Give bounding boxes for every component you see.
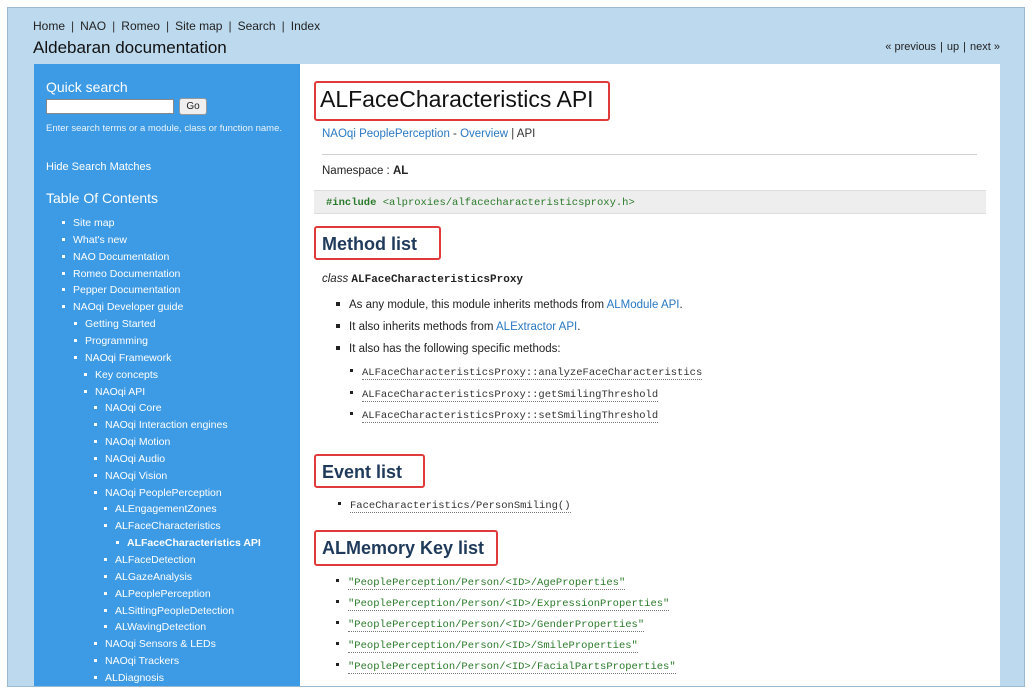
include-path: <alproxies/alfacecharacteristicsproxy.h> — [382, 197, 635, 209]
method-list-heading: Method list — [322, 234, 417, 254]
sidebar: Quick search Go Enter search terms or a … — [34, 64, 300, 686]
toc-item[interactable]: NAOqi Developer guide — [62, 300, 183, 314]
toc-item[interactable]: ALPeoplePerception — [104, 587, 211, 601]
toc-heading: Table Of Contents — [46, 190, 159, 206]
toc-item[interactable]: NAOqi Trackers — [94, 654, 179, 668]
nav-home-link[interactable]: Home — [33, 19, 65, 33]
toc-item[interactable]: Programming — [74, 334, 148, 348]
breadcrumb-overview-link[interactable]: Overview — [460, 128, 508, 140]
toc-item[interactable]: ALDiagnosis — [94, 671, 164, 685]
toc-item[interactable]: What's new — [62, 233, 127, 247]
almemory-key-list-heading: ALMemory Key list — [322, 538, 485, 558]
toc-item[interactable]: NAOqi Core — [94, 401, 162, 415]
method-item: ALFaceCharacteristicsProxy::getSmilingTh… — [350, 388, 659, 402]
toc-item[interactable]: ALSittingPeopleDetection — [104, 604, 234, 618]
class-name: ALFaceCharacteristicsProxy — [351, 274, 524, 286]
nav-search-link[interactable]: Search — [238, 19, 276, 33]
namespace-line: Namespace : AL — [322, 165, 409, 177]
method-item: ALFaceCharacteristicsProxy::setSmilingTh… — [350, 409, 659, 423]
toc-item[interactable]: ALFaceCharacteristics — [104, 519, 221, 533]
toc-item[interactable]: Key concepts — [84, 368, 158, 382]
toc-item[interactable]: NAOqi API — [84, 385, 145, 399]
event-list-heading: Event list — [322, 462, 403, 482]
almodule-api-link[interactable]: ALModule API — [607, 299, 680, 311]
top-nav: Home | NAO | Romeo | Site map | Search | Index — [33, 19, 321, 33]
nav-index-link[interactable]: Index — [291, 19, 320, 33]
memory-key-item: "PeoplePerception/Person/<ID>/FacialPart… — [336, 660, 676, 674]
nav-sitemap-link[interactable]: Site map — [175, 19, 222, 33]
nav-nao-link[interactable]: NAO — [80, 19, 106, 33]
get-smiling-threshold-link[interactable]: ALFaceCharacteristicsProxy::getSmilingTh… — [362, 389, 659, 402]
smile-properties-key[interactable]: "PeoplePerception/Person/<ID>/SmilePrope… — [348, 640, 638, 653]
docs-window: Home | NAO | Romeo | Site map | Search | Index Ald… — [7, 7, 1025, 687]
memory-key-item: "PeoplePerception/Person/<ID>/SmilePrope… — [336, 639, 638, 653]
breadcrumb: NAOqi PeoplePerception - Overview | API — [322, 128, 536, 140]
next-link[interactable]: next » — [970, 41, 1000, 53]
nav-romeo-link[interactable]: Romeo — [121, 19, 160, 33]
toc-item[interactable]: NAOqi Interaction engines — [94, 418, 228, 432]
toc-item[interactable]: NAOqi PeoplePerception — [94, 486, 222, 500]
age-properties-key[interactable]: "PeoplePerception/Person/<ID>/AgePropert… — [348, 577, 626, 590]
hide-search-matches-link[interactable]: Hide Search Matches — [46, 161, 151, 173]
previous-link[interactable]: « previous — [885, 41, 936, 53]
alextractor-api-link[interactable]: ALExtractor API — [496, 321, 577, 333]
breadcrumb-parent-link[interactable]: NAOqi PeoplePerception — [322, 128, 450, 140]
person-smiling-event-link[interactable]: FaceCharacteristics/PersonSmiling() — [350, 500, 571, 513]
toc-item[interactable]: Getting Started — [74, 317, 156, 331]
toc-item[interactable]: Romeo Documentation — [62, 267, 180, 281]
toc-item[interactable]: ALEngagementZones — [104, 502, 217, 516]
namespace-value: AL — [392, 165, 409, 177]
memory-key-item: "PeoplePerception/Person/<ID>/Expression… — [336, 597, 670, 611]
memory-key-item: "PeoplePerception/Person/<ID>/AgePropert… — [336, 576, 626, 590]
page-title: ALFaceCharacteristics API — [320, 86, 594, 112]
toc-item[interactable]: ALGazeAnalysis — [104, 570, 192, 584]
analyze-face-characteristics-link[interactable]: ALFaceCharacteristicsProxy::analyzeFaceC… — [362, 367, 703, 380]
expression-properties-key[interactable]: "PeoplePerception/Person/<ID>/Expression… — [348, 598, 670, 611]
list-item: As any module, this module inherits meth… — [336, 299, 683, 311]
breadcrumb-current: API — [516, 128, 536, 140]
toc-item[interactable]: Site map — [62, 216, 114, 230]
toc-item[interactable]: NAOqi Sensors & LEDs — [94, 637, 216, 651]
toc-item[interactable]: ALWavingDetection — [104, 620, 206, 634]
toc-item[interactable]: ALFaceDetection — [104, 553, 196, 567]
set-smiling-threshold-link[interactable]: ALFaceCharacteristicsProxy::setSmilingTh… — [362, 410, 659, 423]
list-item: It also has the following specific metho… — [336, 343, 561, 355]
toc-item[interactable]: NAO Documentation — [62, 250, 169, 264]
quick-search-heading: Quick search — [46, 79, 128, 95]
toc-item[interactable]: NAOqi Framework — [74, 351, 171, 365]
related-nav: « previous | up | next » — [885, 41, 1000, 53]
site-title: Aldebaran documentation — [33, 38, 227, 57]
toc-item[interactable]: NAOqi Vision — [94, 469, 167, 483]
go-button[interactable]: Go — [179, 98, 207, 115]
toc-item[interactable]: NAOqi Audio — [94, 452, 165, 466]
divider — [322, 154, 977, 155]
event-item: FaceCharacteristics/PersonSmiling() — [338, 499, 571, 513]
class-signature: class ALFaceCharacteristicsProxy — [322, 273, 524, 286]
toc-item[interactable]: ALFaceCharacteristics API — [116, 536, 261, 550]
search-help-text: Enter search terms or a module, class or… — [46, 123, 283, 134]
main-content: ALFaceCharacteristics API NAOqi PeoplePe… — [300, 64, 1000, 686]
toc-item[interactable]: Pepper Documentation — [62, 283, 180, 297]
search-input[interactable] — [46, 99, 174, 114]
toc-item[interactable]: NAOqi Motion — [94, 435, 170, 449]
list-item: It also inherits methods from ALExtracto… — [336, 321, 580, 333]
facial-parts-properties-key[interactable]: "PeoplePerception/Person/<ID>/FacialPart… — [348, 661, 676, 674]
gender-properties-key[interactable]: "PeoplePerception/Person/<ID>/GenderProp… — [348, 619, 645, 632]
method-item: ALFaceCharacteristicsProxy::analyzeFaceC… — [350, 366, 703, 380]
include-code-block: #include <alproxies/alfacecharacteristic… — [314, 190, 986, 214]
memory-key-item: "PeoplePerception/Person/<ID>/GenderProp… — [336, 618, 645, 632]
up-link[interactable]: up — [947, 41, 959, 53]
